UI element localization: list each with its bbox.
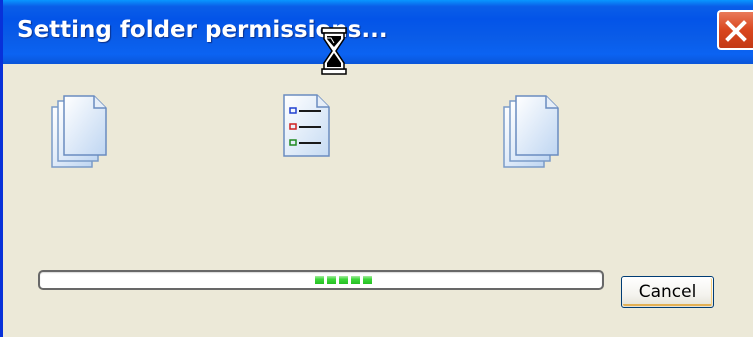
- document-stack-icon: [51, 95, 107, 168]
- close-button[interactable]: [717, 10, 753, 50]
- progress-segment: [351, 276, 360, 284]
- document-stack-icon: [503, 95, 559, 168]
- progress-segment: [363, 276, 372, 284]
- title-bar[interactable]: Setting folder permissions...: [3, 0, 753, 64]
- progress-segment: [315, 276, 324, 284]
- hourglass-icon: [321, 27, 347, 75]
- progress-segment: [339, 276, 348, 284]
- progress-segment: [327, 276, 336, 284]
- permissions-dialog: Setting folder permissions... Cancel: [0, 0, 753, 337]
- cancel-button[interactable]: Cancel: [621, 276, 714, 308]
- checklist-document-icon: [283, 94, 330, 157]
- progress-bar: [38, 270, 604, 290]
- progress-marquee: [315, 276, 372, 284]
- close-icon: [725, 20, 747, 42]
